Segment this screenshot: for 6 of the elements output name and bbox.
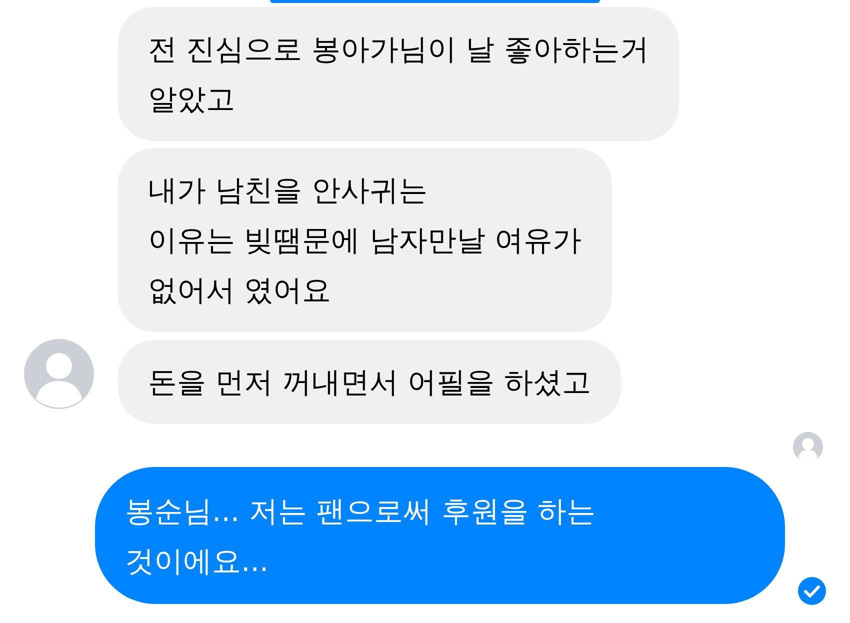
avatar-icon[interactable] <box>24 339 94 409</box>
message-bubble: 돈을 먼저 꺼내면서 어필을 하셨고 <box>118 340 621 424</box>
message-bubble: 내가 남친을 안사귀는 이유는 빚땜문에 남자만날 여유가 없어서 였어요 <box>118 148 612 332</box>
message-bubble: 전 진심으로 봉아가님이 날 좋아하는거 알았고 <box>118 7 679 141</box>
avatar-icon <box>793 432 823 462</box>
message-bubble: 봉순님... 저는 팬으로써 후원을 하는 것이에요... <box>95 467 785 604</box>
